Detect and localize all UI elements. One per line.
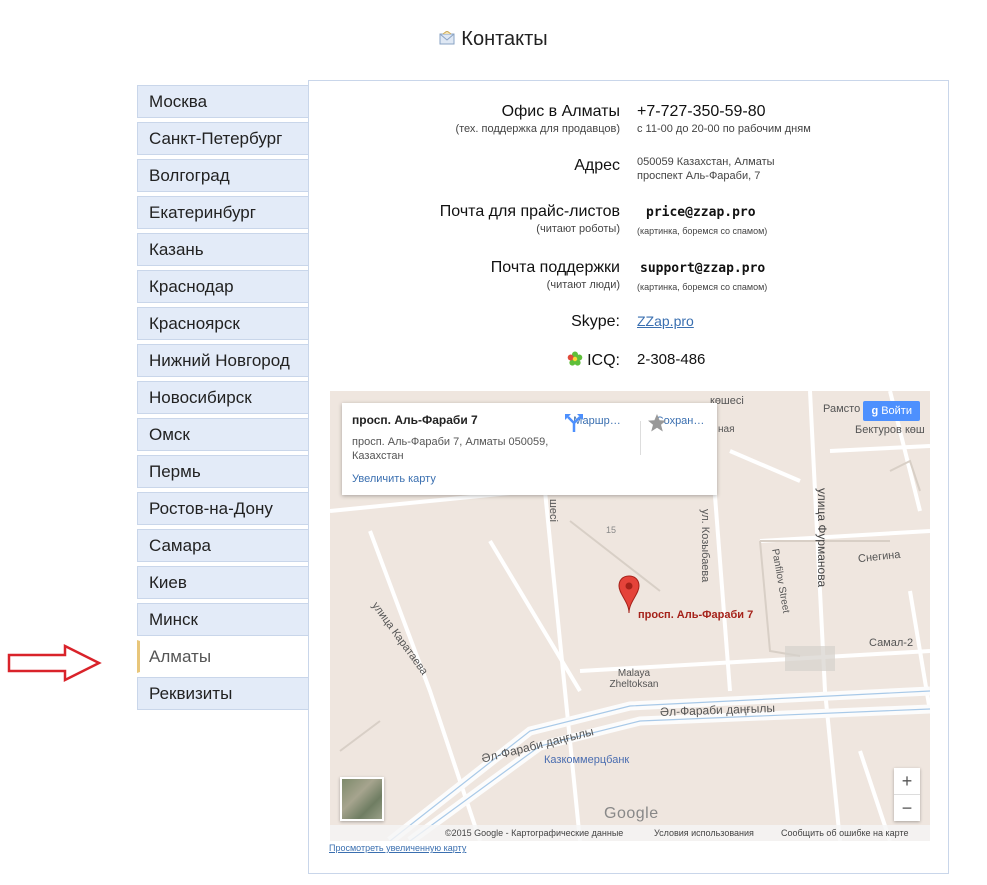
map-label-naya: ная bbox=[718, 424, 735, 435]
sidebar-item-omsk[interactable]: Омск bbox=[137, 418, 309, 451]
office-hours: с 11-00 до 20-00 по рабочим дням bbox=[637, 123, 811, 135]
star-icon bbox=[648, 414, 666, 432]
map-terms-link[interactable]: Условия использования bbox=[654, 825, 754, 841]
sidebar-item-novosibirsk[interactable]: Новосибирск bbox=[137, 381, 309, 414]
satellite-thumbnail[interactable] bbox=[340, 777, 384, 821]
marker-label: просп. Аль-Фараби 7 bbox=[638, 609, 754, 621]
map-label-15: 15 bbox=[606, 525, 617, 535]
enlarge-map-link[interactable]: Увеличить карту bbox=[352, 473, 436, 485]
sidebar-item-nizhny-novgorod[interactable]: Нижний Новгород bbox=[137, 344, 309, 377]
map-label-shesi: шесі bbox=[547, 499, 559, 522]
view-larger-map-link[interactable]: Просмотреть увеличенную карту bbox=[329, 843, 466, 853]
map-report-link[interactable]: Сообщить об ошибке на карте bbox=[781, 825, 908, 841]
zoom-in-button[interactable]: + bbox=[894, 768, 920, 794]
icq-value: 2-308-486 bbox=[637, 351, 706, 368]
sidebar-item-minsk[interactable]: Минск bbox=[137, 603, 309, 636]
price-email-value: price@zzap.pro bbox=[646, 205, 756, 220]
route-icon bbox=[565, 414, 583, 432]
support-email-value: support@zzap.pro bbox=[640, 261, 766, 276]
map-label-kozybaeva: ул. Козыбаева bbox=[699, 509, 711, 583]
google-map[interactable]: ул. Козыбаева улица Фурманова улица Кара… bbox=[330, 391, 930, 841]
skype-label: Skype: bbox=[571, 313, 620, 330]
city-sidebar: Москва Санкт-Петербург Волгоград Екатери… bbox=[137, 85, 309, 714]
sidebar-item-kiev[interactable]: Киев bbox=[137, 566, 309, 599]
map-label-samal: Самал-2 bbox=[869, 637, 914, 649]
sidebar-item-rostov[interactable]: Ростов-на-Дону bbox=[137, 492, 309, 525]
contacts-panel: Офис в Алматы (тех. поддержка для продав… bbox=[308, 80, 949, 874]
page-title: Контакты bbox=[0, 28, 987, 51]
info-place-address: просп. Аль-Фараби 7, Алматы 050059, Каза… bbox=[352, 436, 549, 462]
office-phone: +7-727-350-59-80 bbox=[637, 103, 766, 120]
map-footer: ©2015 Google - Картографические данные У… bbox=[330, 825, 930, 841]
price-email-note: (картинка, боремся со спамом) bbox=[637, 226, 768, 236]
support-email-sub: (читают люди) bbox=[546, 279, 620, 291]
address-line2: проспект Аль-Фараби, 7 bbox=[637, 170, 761, 182]
google-signin-button[interactable]: g Войти bbox=[863, 401, 920, 421]
google-plus-icon: g bbox=[871, 405, 879, 417]
map-label-furmanova: улица Фурманова bbox=[815, 488, 829, 588]
zoom-control: + − bbox=[894, 768, 920, 821]
office-label: Офис в Алматы bbox=[501, 103, 620, 120]
support-email-label: Почта поддержки bbox=[490, 259, 620, 276]
map-label-bekturov: Бектуров көш bbox=[855, 424, 925, 436]
sidebar-item-perm[interactable]: Пермь bbox=[137, 455, 309, 488]
map-copyright: ©2015 Google - Картографические данные bbox=[445, 828, 624, 838]
address-label: Адрес bbox=[574, 157, 620, 174]
sidebar-item-krasnoyarsk[interactable]: Красноярск bbox=[137, 307, 309, 340]
zoom-out-button[interactable]: − bbox=[894, 795, 920, 821]
support-email-note: (картинка, боремся со спамом) bbox=[637, 282, 768, 292]
map-info-card: просп. Аль-Фараби 7 просп. Аль-Фараби 7,… bbox=[342, 403, 717, 495]
google-logo: Google bbox=[604, 805, 659, 822]
pointer-arrow-icon bbox=[7, 643, 103, 688]
signin-label: Войти bbox=[881, 405, 912, 417]
sidebar-item-spb[interactable]: Санкт-Петербург bbox=[137, 122, 309, 155]
map-label-kazkom: Казкоммерцбанк bbox=[544, 754, 630, 766]
price-email-label: Почта для прайс-листов bbox=[439, 203, 620, 220]
address-line1: 050059 Казахстан, Алматы bbox=[637, 156, 775, 168]
price-email-sub: (читают роботы) bbox=[536, 223, 620, 235]
info-divider bbox=[640, 421, 641, 455]
sidebar-item-moskva[interactable]: Москва bbox=[137, 85, 309, 118]
envelope-icon bbox=[439, 28, 455, 51]
sidebar-item-krasnodar[interactable]: Краснодар bbox=[137, 270, 309, 303]
sidebar-item-volgograd[interactable]: Волгоград bbox=[137, 159, 309, 192]
save-button[interactable]: Сохран… bbox=[647, 413, 713, 432]
sidebar-item-ekaterinburg[interactable]: Екатеринбург bbox=[137, 196, 309, 229]
info-place-name: просп. Аль-Фараби 7 bbox=[352, 413, 478, 427]
icq-label: ICQ: bbox=[587, 352, 620, 369]
map-label-ramstore: Рамсто bbox=[823, 403, 861, 415]
map-label-malaya: Malaya Zheltoksan bbox=[609, 668, 659, 690]
office-sub: (тех. поддержка для продавцов) bbox=[455, 123, 620, 135]
sidebar-item-rekvizity[interactable]: Реквизиты bbox=[137, 677, 309, 710]
page-title-text: Контакты bbox=[461, 28, 548, 50]
sidebar-item-samara[interactable]: Самара bbox=[137, 529, 309, 562]
sidebar-item-almaty[interactable]: Алматы bbox=[137, 640, 309, 673]
skype-link[interactable]: ZZap.pro bbox=[637, 313, 694, 329]
route-button[interactable]: Маршр… bbox=[564, 413, 630, 432]
sidebar-item-kazan[interactable]: Казань bbox=[137, 233, 309, 266]
icq-flower-icon bbox=[567, 351, 583, 372]
